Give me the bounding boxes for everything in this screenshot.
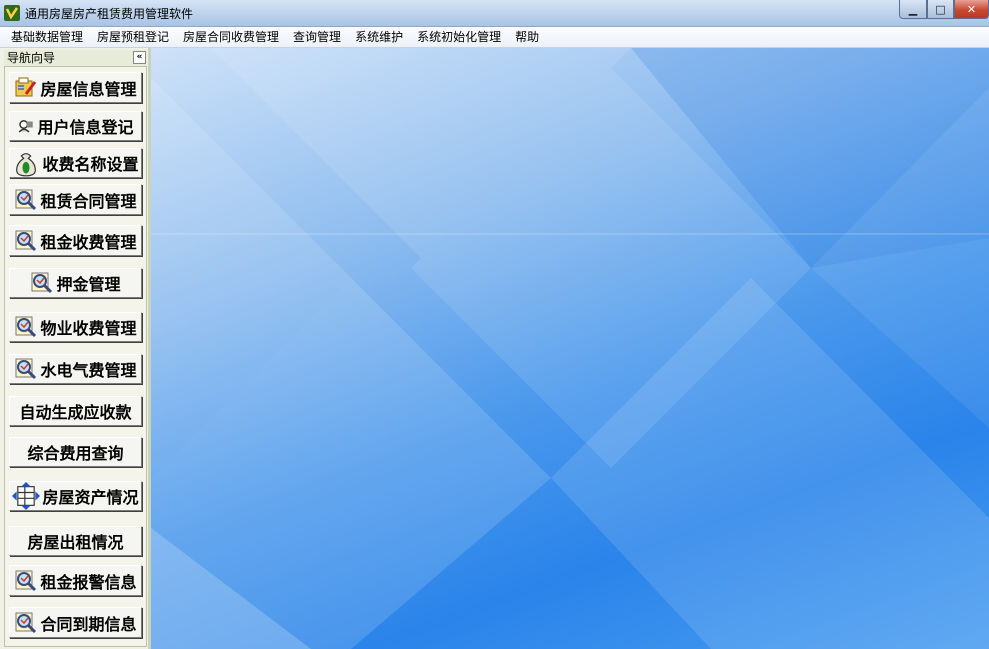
magnifier-doc-icon [15,230,37,251]
nav-button-auto-receivable[interactable]: 自动生成应收款 [9,396,142,426]
nav-button-label: 自动生成应收款 [19,403,132,422]
nav-button-house-info[interactable]: 房屋信息管理 [9,72,142,103]
folder-edit-icon [15,77,37,96]
menu-system-init[interactable]: 系统初始化管理 [410,27,508,47]
nav-button-fee-query[interactable]: 综合费用查询 [9,437,142,467]
nav-button-label: 房屋资产情况 [42,488,139,507]
nav-button-house-assets[interactable]: 房屋资产情况 [9,481,142,511]
menu-basic-data[interactable]: 基础数据管理 [4,27,90,47]
nav-button-label: 租金收费管理 [40,232,137,252]
money-bag-icon [16,153,37,177]
background-pattern [151,48,989,649]
nav-button-label: 用户信息登记 [37,118,134,137]
magnifier-doc-icon [15,570,37,591]
nav-button-rental-status[interactable]: 房屋出租情况 [9,526,142,556]
table-arrows-icon [12,482,41,510]
nav-button-fee-name[interactable]: 收费名称设置 [9,148,142,178]
magnifier-doc-icon [15,189,37,210]
window-title: 通用房屋房产租赁费用管理软件 [25,7,194,21]
maximize-icon: □ [935,2,946,16]
minimize-button[interactable]: ▁ [899,0,927,19]
nav-button-lease-contract[interactable]: 租赁合同管理 [9,184,142,215]
nav-button-label: 房屋出租情况 [27,533,124,552]
nav-button-user-info[interactable]: 用户信息登记 [9,111,142,141]
nav-button-label: 房屋信息管理 [40,79,137,99]
menu-query[interactable]: 查询管理 [286,27,348,47]
menu-pre-rent-registration[interactable]: 房屋预租登记 [90,27,176,47]
magnifier-doc-icon [15,358,37,380]
nav-title: 导航向导 [7,51,56,65]
nav-button-deposit[interactable]: 押金管理 [9,268,142,298]
menu-bar: 基础数据管理 房屋预租登记 房屋合同收费管理 查询管理 系统维护 系统初始化管理… [0,27,989,48]
nav-header: 导航向导 « [4,50,147,67]
close-icon: ✕ [966,2,977,16]
magnifier-doc-icon [31,272,53,294]
user-card-icon [19,120,34,133]
nav-button-label: 押金管理 [56,275,121,294]
magnifier-doc-icon [15,612,37,633]
nav-button-label: 合同到期信息 [40,614,137,634]
nav-button-label: 综合费用查询 [27,444,124,463]
main-workspace [151,48,989,649]
nav-button-rent-alert[interactable]: 租金报警信息 [9,565,142,596]
magnifier-doc-icon [15,316,37,338]
nav-button-label: 水电气费管理 [40,361,137,380]
maximize-button[interactable]: □ [927,0,954,19]
nav-button-label: 物业收费管理 [40,319,137,338]
title-bar: 通用房屋房产租赁费用管理软件 ▁ □ ✕ [0,0,989,27]
nav-button-contract-expiry[interactable]: 合同到期信息 [9,607,142,638]
close-button[interactable]: ✕ [954,0,989,19]
nav-button-rent-fee[interactable]: 租金收费管理 [9,225,142,256]
nav-button-utility-fee[interactable]: 水电气费管理 [9,354,142,384]
nav-button-label: 租赁合同管理 [40,191,137,211]
minimize-icon: ▁ [908,2,918,16]
menu-help[interactable]: 帮助 [508,27,546,47]
nav-button-label: 租金报警信息 [40,572,137,592]
nav-button-property-fee[interactable]: 物业收费管理 [9,312,142,342]
menu-system-maintenance[interactable]: 系统维护 [348,27,410,47]
menu-contract-fee[interactable]: 房屋合同收费管理 [176,27,286,47]
collapse-icon[interactable]: « [133,51,146,64]
nav-button-label: 收费名称设置 [42,155,139,174]
app-logo-icon [4,5,20,21]
